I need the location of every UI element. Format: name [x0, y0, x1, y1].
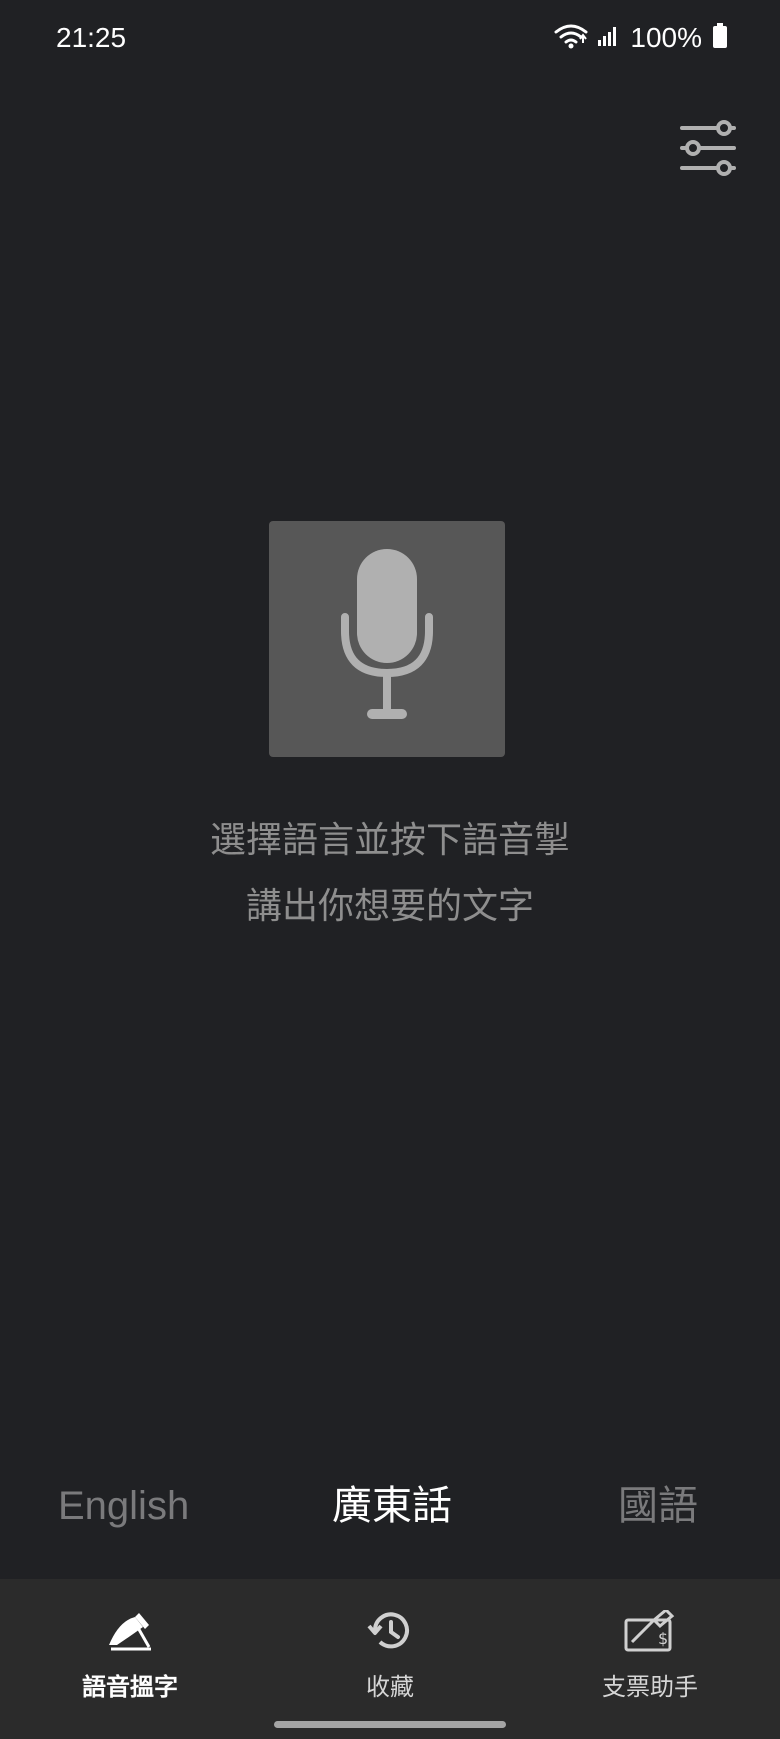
- language-option-mandarin[interactable]: 國語: [618, 1470, 698, 1542]
- language-option-english[interactable]: English: [58, 1470, 189, 1542]
- nav-label-cheque-helper: 支票助手: [602, 1673, 698, 1701]
- settings-button[interactable]: [678, 118, 738, 178]
- language-selector: English 廣東話 國語: [0, 1470, 780, 1542]
- status-bar: 21:25 100%: [0, 0, 780, 84]
- sliders-icon: [678, 120, 738, 182]
- status-icons: 100%: [554, 22, 728, 54]
- signal-icon: [598, 25, 620, 51]
- nav-item-favorites[interactable]: 收藏: [280, 1579, 500, 1709]
- instruction-line-2: 講出你想要的文字: [245, 886, 534, 927]
- instruction-line-1: 選擇語言並按下語音掣: [209, 820, 570, 861]
- microphone-icon: [339, 549, 435, 729]
- nav-item-voice-search[interactable]: 語音搵字: [20, 1579, 240, 1709]
- svg-text:$: $: [658, 1629, 668, 1648]
- instruction-text: 選擇語言並按下語音掣 講出你想要的文字: [0, 808, 780, 940]
- microphone-button[interactable]: [269, 521, 505, 757]
- battery-icon: [712, 23, 728, 53]
- nav-label-voice-search: 語音搵字: [82, 1673, 178, 1701]
- cheque-icon: $: [624, 1607, 676, 1655]
- language-option-cantonese[interactable]: 廣東話: [332, 1470, 452, 1542]
- battery-percentage: 100%: [630, 22, 702, 53]
- pen-write-icon: [104, 1607, 156, 1655]
- nav-label-favorites: 收藏: [366, 1673, 414, 1701]
- bottom-navigation: 語音搵字 收藏 $ 支票助手: [0, 1579, 780, 1739]
- home-indicator[interactable]: [274, 1721, 506, 1728]
- nav-item-cheque-helper[interactable]: $ 支票助手: [540, 1579, 760, 1709]
- wifi-icon: [554, 23, 588, 53]
- status-time: 21:25: [56, 22, 127, 53]
- history-icon: [364, 1607, 416, 1655]
